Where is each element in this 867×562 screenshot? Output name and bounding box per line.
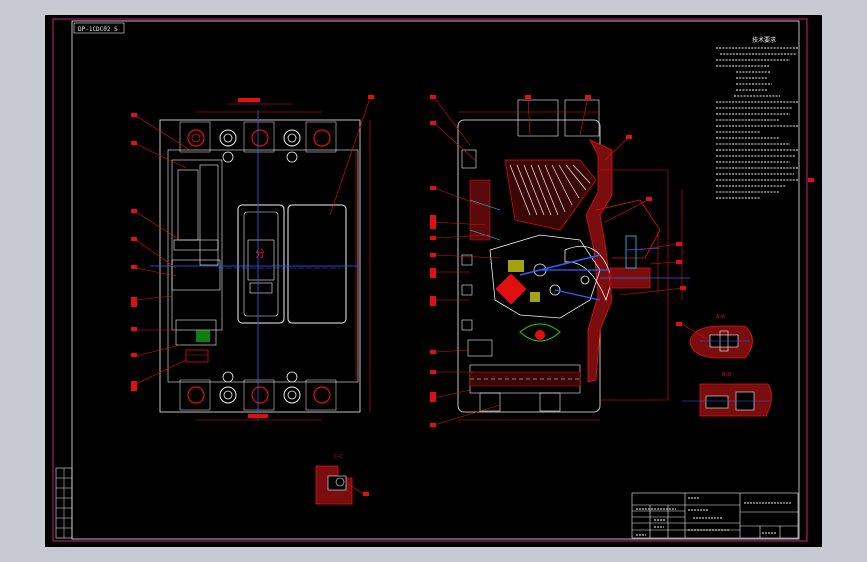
section-a-label: A–A xyxy=(716,314,725,320)
section-c-label: C–C xyxy=(334,454,343,460)
section-b-label: B–B xyxy=(722,372,731,378)
technical-notes-title: 技术要求 xyxy=(752,36,776,44)
drawing-number-text: DP-1CDC02 S xyxy=(78,26,118,33)
drawing-area xyxy=(45,15,822,547)
handle-off-label: 分 xyxy=(255,248,265,260)
drawing-canvas[interactable]: DP-1CDC02 S 分 A–A B–B C–C 技术要求 xyxy=(0,0,867,562)
cad-viewport[interactable]: DP-1CDC02 S 分 A–A B–B C–C 技术要求 xyxy=(0,0,867,562)
